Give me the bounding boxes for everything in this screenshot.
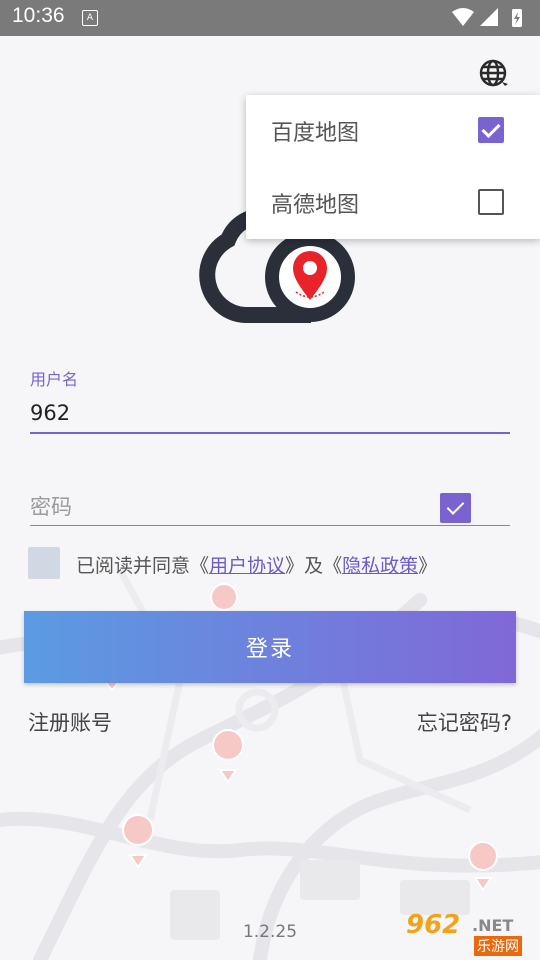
menu-item-amap[interactable]: 高德地图 — [246, 167, 540, 239]
remember-password-checkbox[interactable] — [440, 493, 471, 523]
privacy-policy-link[interactable]: 隐私政策 — [342, 555, 418, 577]
map-provider-menu: 百度地图 高德地图 — [246, 95, 540, 239]
agreement-text: 已阅读并同意《用户协议》及《隐私政策》 — [76, 551, 437, 578]
username-input[interactable] — [30, 398, 510, 428]
agreement-and: 及 — [304, 555, 324, 577]
map-pin-marker — [212, 729, 244, 784]
baidu-map-checkbox[interactable] — [478, 117, 504, 143]
menu-item-label: 百度地图 — [271, 121, 360, 146]
status-time: 10:36 — [12, 4, 65, 27]
watermark-net: .NET — [472, 916, 514, 935]
status-icons — [452, 8, 522, 27]
watermark-subtitle: 乐游网 — [474, 936, 522, 956]
user-agreement-link[interactable]: 用户协议 — [209, 555, 285, 577]
status-bar: 10:36 A — [0, 0, 540, 36]
agreement-checkbox[interactable] — [28, 547, 60, 579]
signal-icon — [480, 8, 498, 26]
wifi-icon — [452, 8, 474, 26]
notification-icon: A — [82, 10, 98, 26]
forgot-password-link[interactable]: 忘记密码? — [417, 707, 512, 737]
menu-item-label: 高德地图 — [271, 193, 360, 218]
map-pin-marker — [122, 814, 154, 869]
quote-open: 《 — [190, 555, 210, 577]
register-link[interactable]: 注册账号 — [28, 707, 112, 737]
quote-open: 《 — [323, 555, 343, 577]
map-pin-marker — [210, 583, 239, 611]
menu-item-baidu-map[interactable]: 百度地图 — [246, 95, 540, 167]
password-input[interactable] — [30, 492, 430, 522]
quote-close: 》 — [418, 555, 438, 577]
quote-close: 》 — [285, 555, 305, 577]
map-pin-marker — [468, 841, 499, 892]
username-underline — [30, 432, 510, 434]
amap-checkbox[interactable] — [478, 189, 504, 215]
username-label: 用户名 — [30, 370, 79, 389]
watermark-logo: 962 .NET 乐游网 — [402, 910, 536, 958]
password-underline — [30, 525, 510, 526]
login-button[interactable]: 登录 — [24, 611, 516, 683]
watermark-number: 962 — [406, 910, 461, 940]
globe-icon[interactable] — [478, 58, 510, 90]
agreement-prefix: 已阅读并同意 — [76, 555, 191, 577]
